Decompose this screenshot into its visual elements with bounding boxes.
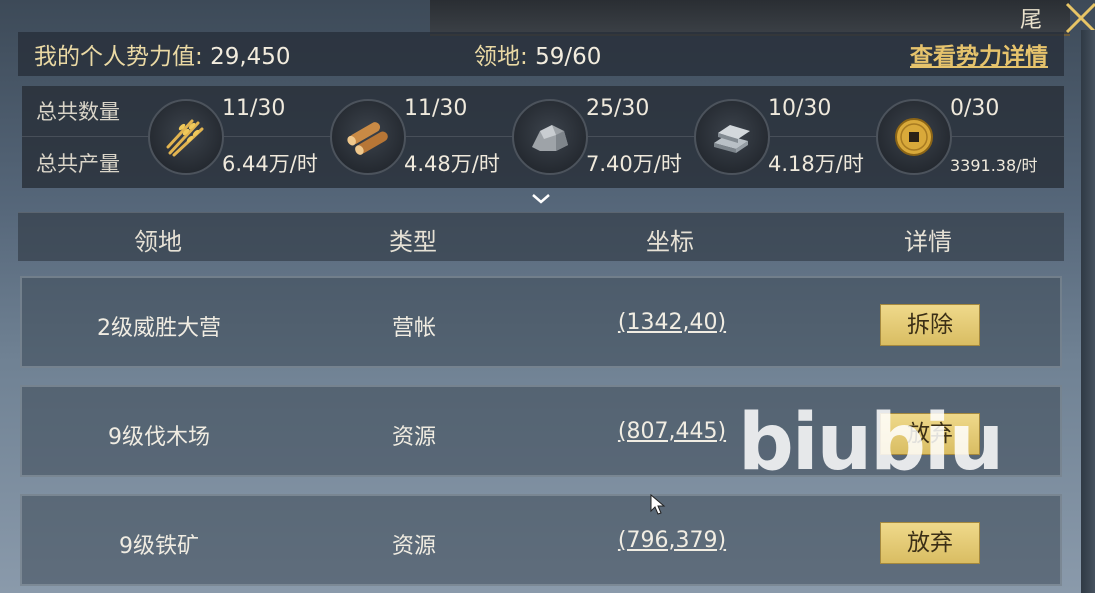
wheat-icon (148, 99, 224, 175)
col-header-territory: 领地 (134, 228, 182, 256)
grain-count: 11/30 (222, 96, 286, 121)
land-value: 59/60 (535, 44, 602, 70)
copper-rate: 3391.38/时 (950, 156, 1038, 175)
table-row: 9级铁矿 资源 (796,379) 放弃 (20, 494, 1062, 586)
col-header-type: 类型 (389, 228, 437, 256)
view-power-details-link[interactable]: 查看势力详情 (910, 37, 1048, 71)
resource-item-iron: 10/30 4.18万/时 (694, 86, 874, 188)
wood-log-icon (330, 99, 406, 175)
grain-rate: 6.44万/时 (222, 152, 318, 176)
land-count-group: 领地: 59/60 (474, 37, 601, 71)
copper-count: 0/30 (950, 96, 1000, 121)
resource-item-grain: 11/30 6.44万/时 (148, 86, 328, 188)
total-count-label: 总共数量 (36, 100, 120, 124)
col-header-details: 详情 (904, 228, 952, 256)
territory-coordinate-link[interactable]: (807,445) (618, 419, 726, 444)
col-header-coordinates: 坐标 (646, 228, 694, 256)
top-strip-char: 尾 (1019, 8, 1042, 33)
territory-name: 2级威胜大营 (97, 316, 221, 341)
table-row: 2级威胜大营 营帐 (1342,40) 拆除 (20, 276, 1062, 368)
territory-coordinate-link[interactable]: (796,379) (618, 528, 726, 553)
power-label: 我的个人势力值: (34, 44, 203, 70)
iron-ingot-icon (694, 99, 770, 175)
watermark: biubiu (738, 398, 1004, 488)
resource-item-copper: 0/30 3391.38/时 (876, 86, 1056, 188)
stone-count: 25/30 (586, 96, 650, 121)
power-value: 29,450 (210, 44, 291, 70)
resource-summary-panel: 总共数量 总共产量 11/30 6.44万/时 11/30 4.48万/时 25… (22, 86, 1064, 188)
wood-count: 11/30 (404, 96, 468, 121)
abandon-button[interactable]: 放弃 (880, 522, 980, 564)
territory-name: 9级铁矿 (119, 534, 199, 559)
territory-coordinate-link[interactable]: (1342,40) (618, 310, 726, 335)
chevron-down-icon[interactable] (530, 192, 552, 206)
territory-type: 资源 (391, 534, 437, 559)
resource-item-wood: 11/30 4.48万/时 (330, 86, 510, 188)
stone-icon (512, 99, 588, 175)
iron-count: 10/30 (768, 96, 832, 121)
mouse-cursor-icon (650, 494, 666, 515)
territory-table-header: 领地 类型 坐标 详情 (18, 212, 1064, 261)
wood-rate: 4.48万/时 (404, 152, 500, 176)
resource-item-stone: 25/30 7.40万/时 (512, 86, 692, 188)
stone-rate: 7.40万/时 (586, 152, 682, 176)
power-header-bar: 我的个人势力值: 29,450 领地: 59/60 查看势力详情 (18, 32, 1064, 76)
land-label: 领地: (474, 44, 528, 70)
right-edge-frame (1081, 30, 1095, 593)
territory-type: 营帐 (391, 316, 437, 341)
demolish-button[interactable]: 拆除 (880, 304, 980, 346)
territory-name: 9级伐木场 (108, 425, 210, 450)
power-value-group: 我的个人势力值: 29,450 (34, 37, 291, 71)
copper-coin-icon (876, 99, 952, 175)
territory-type: 资源 (391, 425, 437, 450)
top-decor-strip: 尾 (430, 0, 1070, 36)
total-output-label: 总共产量 (36, 152, 120, 176)
iron-rate: 4.18万/时 (768, 152, 864, 176)
